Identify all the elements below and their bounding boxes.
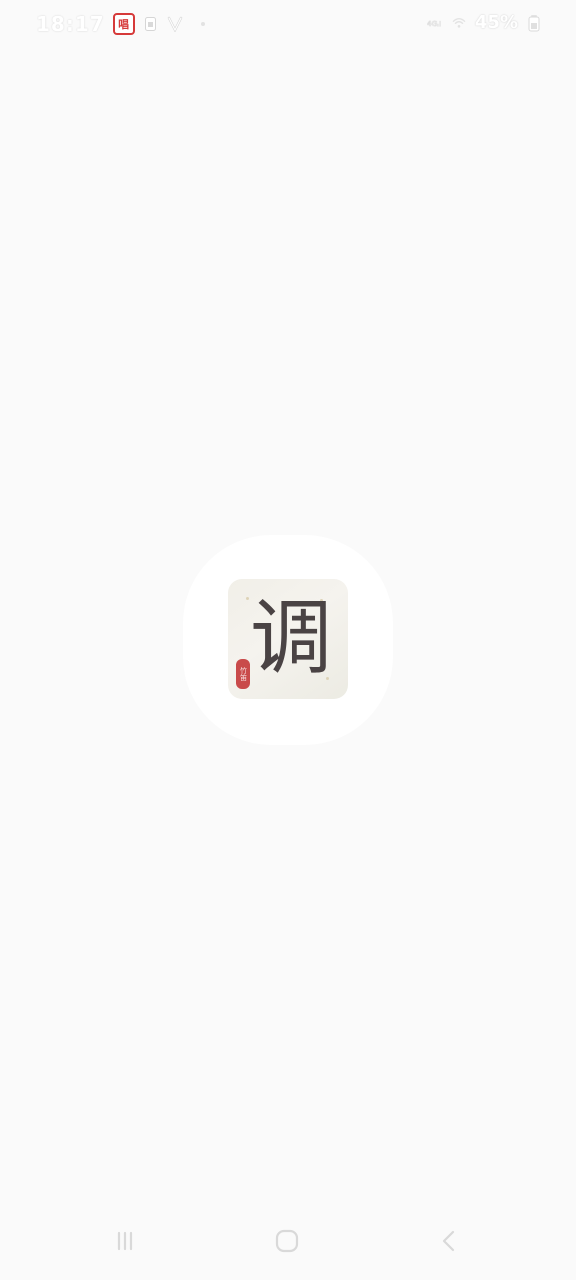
back-icon [442,1230,455,1252]
notification-dot [200,22,205,26]
app-logo-character: 调 [249,591,332,686]
splash-screen: 调 竹笛 [0,48,576,1200]
sim-card-icon [143,16,159,32]
vpn-icon [167,16,183,32]
status-time: 18:17 [36,12,105,36]
back-button[interactable] [432,1224,466,1258]
recent-apps-button[interactable] [108,1224,142,1258]
status-right-group: 4G 45% [427,12,542,33]
seal-stamp: 竹笛 [236,659,250,689]
status-left-group: 18:17 唱 [36,12,205,36]
app-badge-icon: 唱 [112,13,135,35]
navigation-bar [0,1200,576,1280]
battery-percentage: 45% [474,12,518,33]
home-button[interactable] [270,1224,304,1258]
home-icon [275,1229,299,1253]
app-icon-tile: 调 竹笛 [228,579,348,699]
app-icon: 调 竹笛 [183,535,393,745]
network-signal-icon: 4G [427,15,443,31]
wifi-icon [451,15,467,31]
status-bar: 18:17 唱 4G 45% [0,0,576,48]
recent-apps-icon [117,1231,133,1251]
svg-text:4G: 4G [427,18,438,27]
battery-icon [526,14,542,31]
